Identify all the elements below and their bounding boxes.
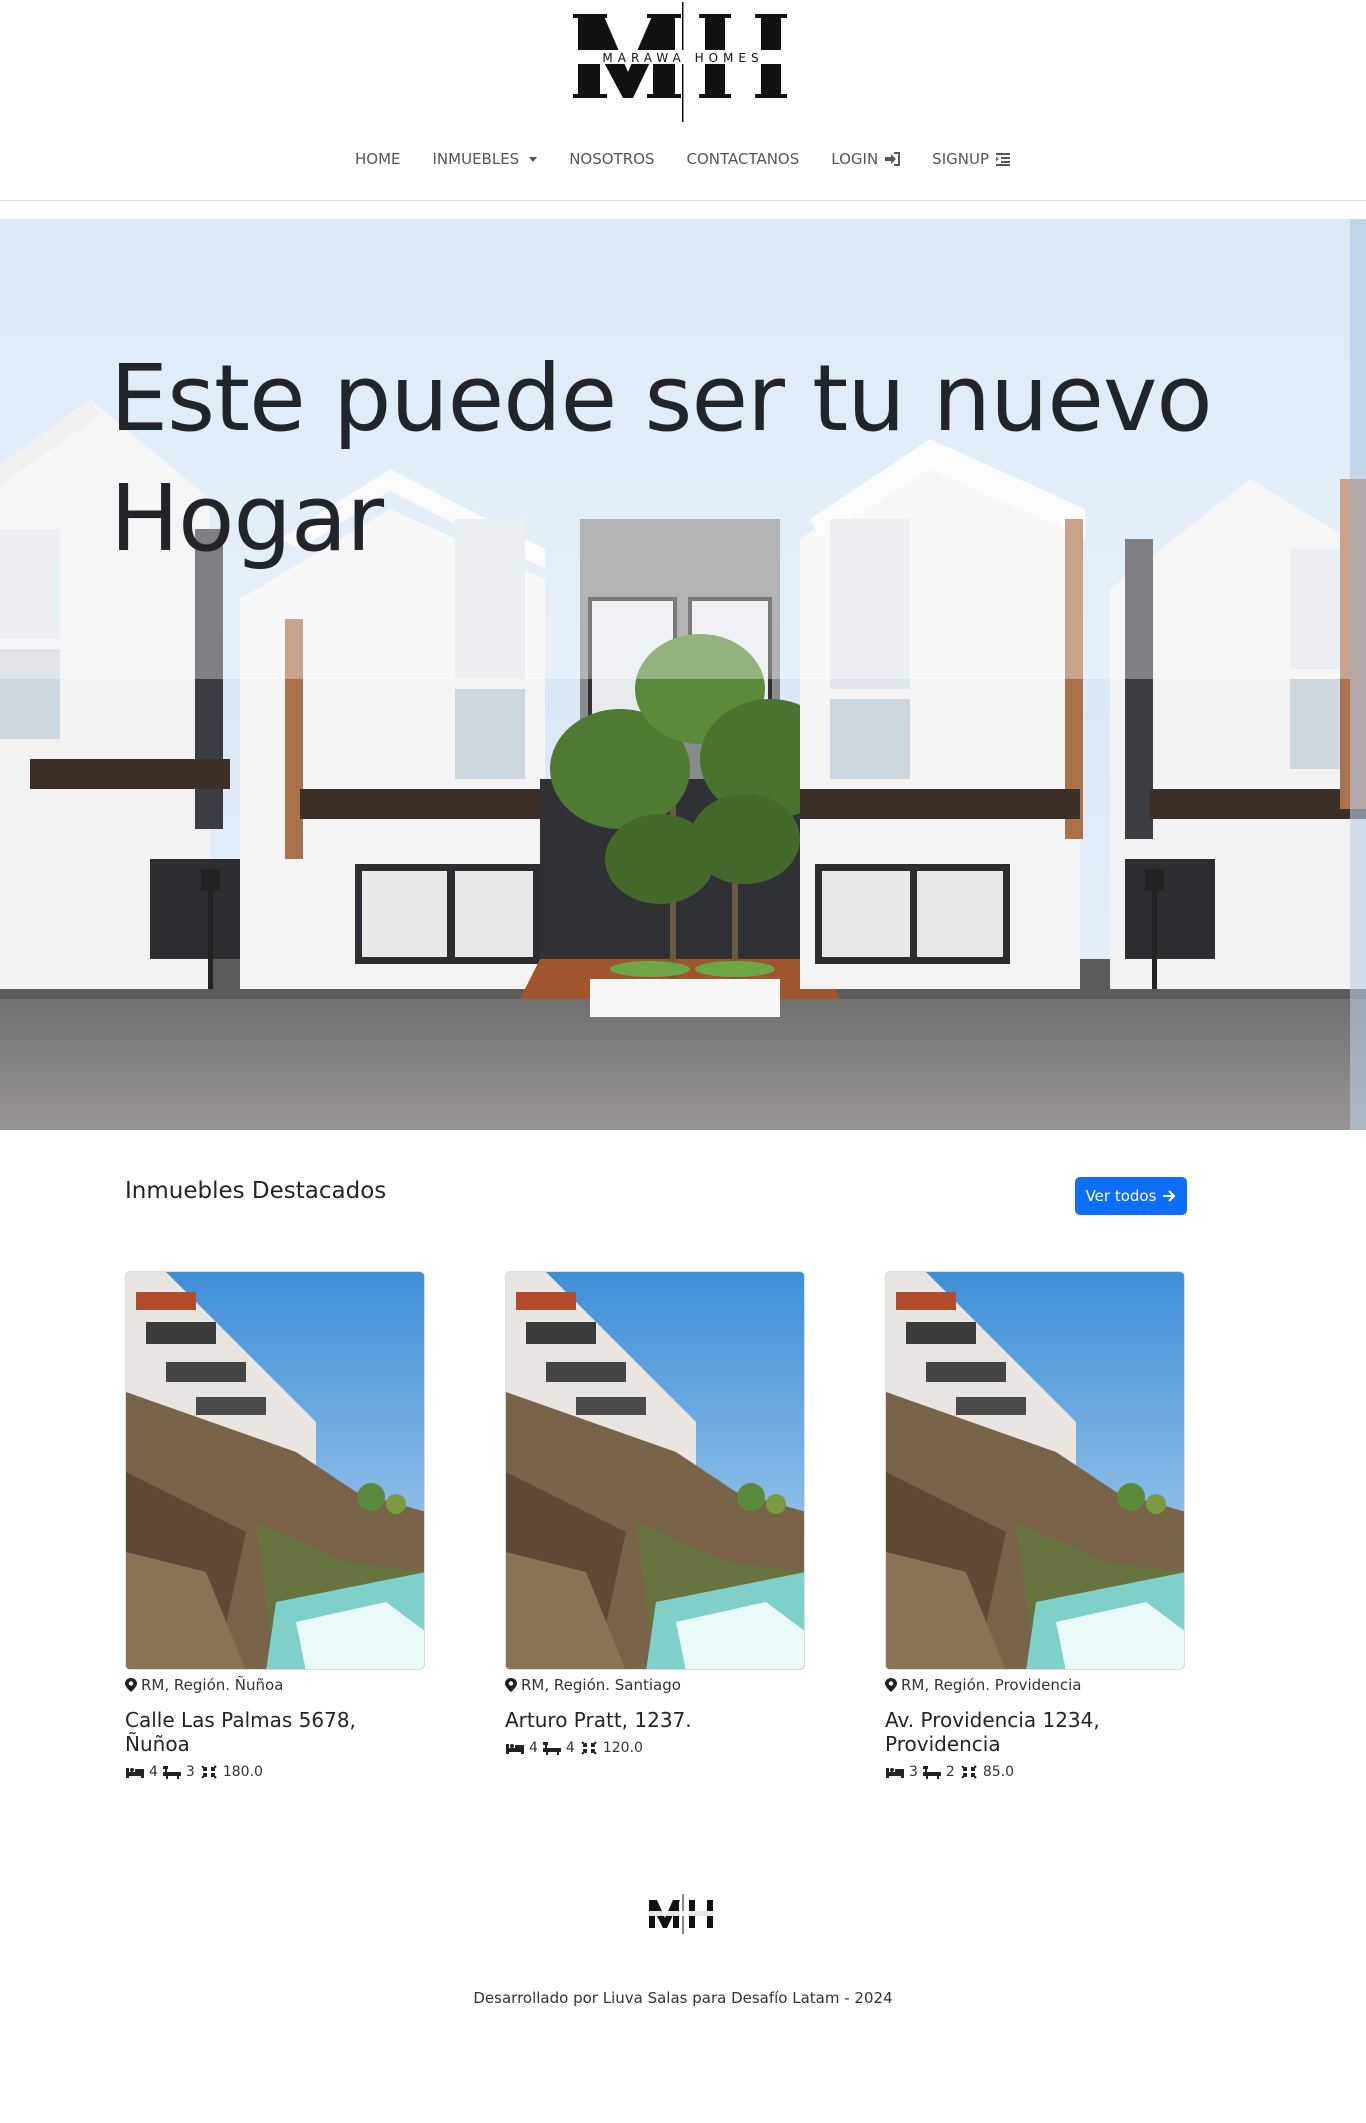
nav-inmuebles-label: INMUEBLES xyxy=(432,150,520,168)
property-address[interactable]: Av. Providencia 1234, Providencia xyxy=(885,1708,1185,1756)
property-location: RM, Región. Providencia xyxy=(885,1676,1185,1694)
bath-icon xyxy=(542,1742,561,1755)
area-value: 85.0 xyxy=(982,1764,1015,1780)
property-card[interactable]: RM, Región. Providencia Av. Providencia … xyxy=(885,1271,1185,1780)
bed-icon xyxy=(886,1768,904,1778)
footer-credits: Desarrollado por Liuva Salas para Desafí… xyxy=(473,1989,893,2007)
property-location-text: RM, Región. Santiago xyxy=(521,1676,681,1694)
nav-nosotros-label: NOSOTROS xyxy=(569,150,655,168)
area-value: 180.0 xyxy=(222,1764,263,1780)
site-header: MARAWA HOMES HOME INMUEBLES NOSOTROS CON… xyxy=(0,0,1366,201)
brand-name: MARAWA HOMES xyxy=(602,51,763,65)
bedrooms-count: 3 xyxy=(909,1764,918,1780)
nav-login[interactable]: LOGIN xyxy=(815,142,916,176)
nav-login-label: LOGIN xyxy=(831,150,879,168)
bathrooms-count: 2 xyxy=(945,1764,955,1780)
ver-todos-label: Ver todos xyxy=(1085,1187,1157,1205)
property-location: RM, Región. Ñuñoa xyxy=(125,1676,425,1694)
nav-signup-label: SIGNUP xyxy=(932,150,989,168)
property-photo[interactable] xyxy=(505,1271,805,1670)
hero-title: Este puede ser tu nuevo Hogar xyxy=(110,345,1213,572)
bath-icon xyxy=(922,1766,941,1779)
map-pin-icon xyxy=(125,1678,137,1692)
property-specs: 3 2 85.0 xyxy=(885,1764,1185,1780)
footer-logo[interactable] xyxy=(647,1892,719,1936)
property-location-text: RM, Región. Ñuñoa xyxy=(141,1676,284,1694)
bedrooms-count: 4 xyxy=(149,1764,158,1780)
map-pin-icon xyxy=(885,1678,897,1692)
arrow-right-icon xyxy=(1163,1190,1176,1202)
nav-signup[interactable]: SIGNUP xyxy=(916,142,1027,176)
area-icon xyxy=(961,1765,977,1779)
property-address[interactable]: Calle Las Palmas 5678, Ñuñoa xyxy=(125,1708,425,1756)
nav-home-label: HOME xyxy=(354,150,401,168)
hero-banner: Este puede ser tu nuevo Hogar xyxy=(0,219,1366,1130)
chevron-down-icon xyxy=(529,156,538,162)
signup-list-icon xyxy=(996,153,1010,166)
map-pin-icon xyxy=(505,1678,517,1692)
property-address[interactable]: Arturo Pratt, 1237. xyxy=(505,1708,805,1732)
featured-section-title: Inmuebles Destacados xyxy=(125,1178,387,1204)
bath-icon xyxy=(162,1766,181,1779)
area-value: 120.0 xyxy=(602,1740,643,1756)
property-specs: 4 3 180.0 xyxy=(125,1764,425,1780)
property-card[interactable]: RM, Región. Santiago Arturo Pratt, 1237.… xyxy=(505,1271,805,1756)
property-photo[interactable] xyxy=(125,1271,425,1670)
main-nav: HOME INMUEBLES NOSOTROS CONTACTANOS LOGI… xyxy=(0,142,1366,176)
property-card[interactable]: RM, Región. Ñuñoa Calle Las Palmas 5678,… xyxy=(125,1271,425,1780)
property-location-text: RM, Región. Providencia xyxy=(901,1676,1082,1694)
property-location: RM, Región. Santiago xyxy=(505,1676,805,1694)
bed-icon xyxy=(126,1768,144,1778)
property-specs: 4 4 120.0 xyxy=(505,1740,805,1756)
bed-icon xyxy=(506,1744,524,1754)
arrow-right-in-icon xyxy=(885,152,901,166)
bedrooms-count: 4 xyxy=(529,1740,538,1756)
nav-nosotros[interactable]: NOSOTROS xyxy=(553,142,670,176)
nav-contactanos-label: CONTACTANOS xyxy=(686,150,800,168)
ver-todos-button[interactable]: Ver todos xyxy=(1075,1177,1187,1215)
brand-logo[interactable]: MARAWA HOMES xyxy=(573,0,793,124)
nav-inmuebles-dropdown[interactable]: INMUEBLES xyxy=(417,142,554,176)
bathrooms-count: 4 xyxy=(565,1740,575,1756)
nav-contactanos[interactable]: CONTACTANOS xyxy=(670,142,815,176)
nav-home[interactable]: HOME xyxy=(339,142,417,176)
property-photo[interactable] xyxy=(885,1271,1185,1670)
area-icon xyxy=(201,1765,217,1779)
area-icon xyxy=(581,1741,597,1755)
bathrooms-count: 3 xyxy=(185,1764,195,1780)
